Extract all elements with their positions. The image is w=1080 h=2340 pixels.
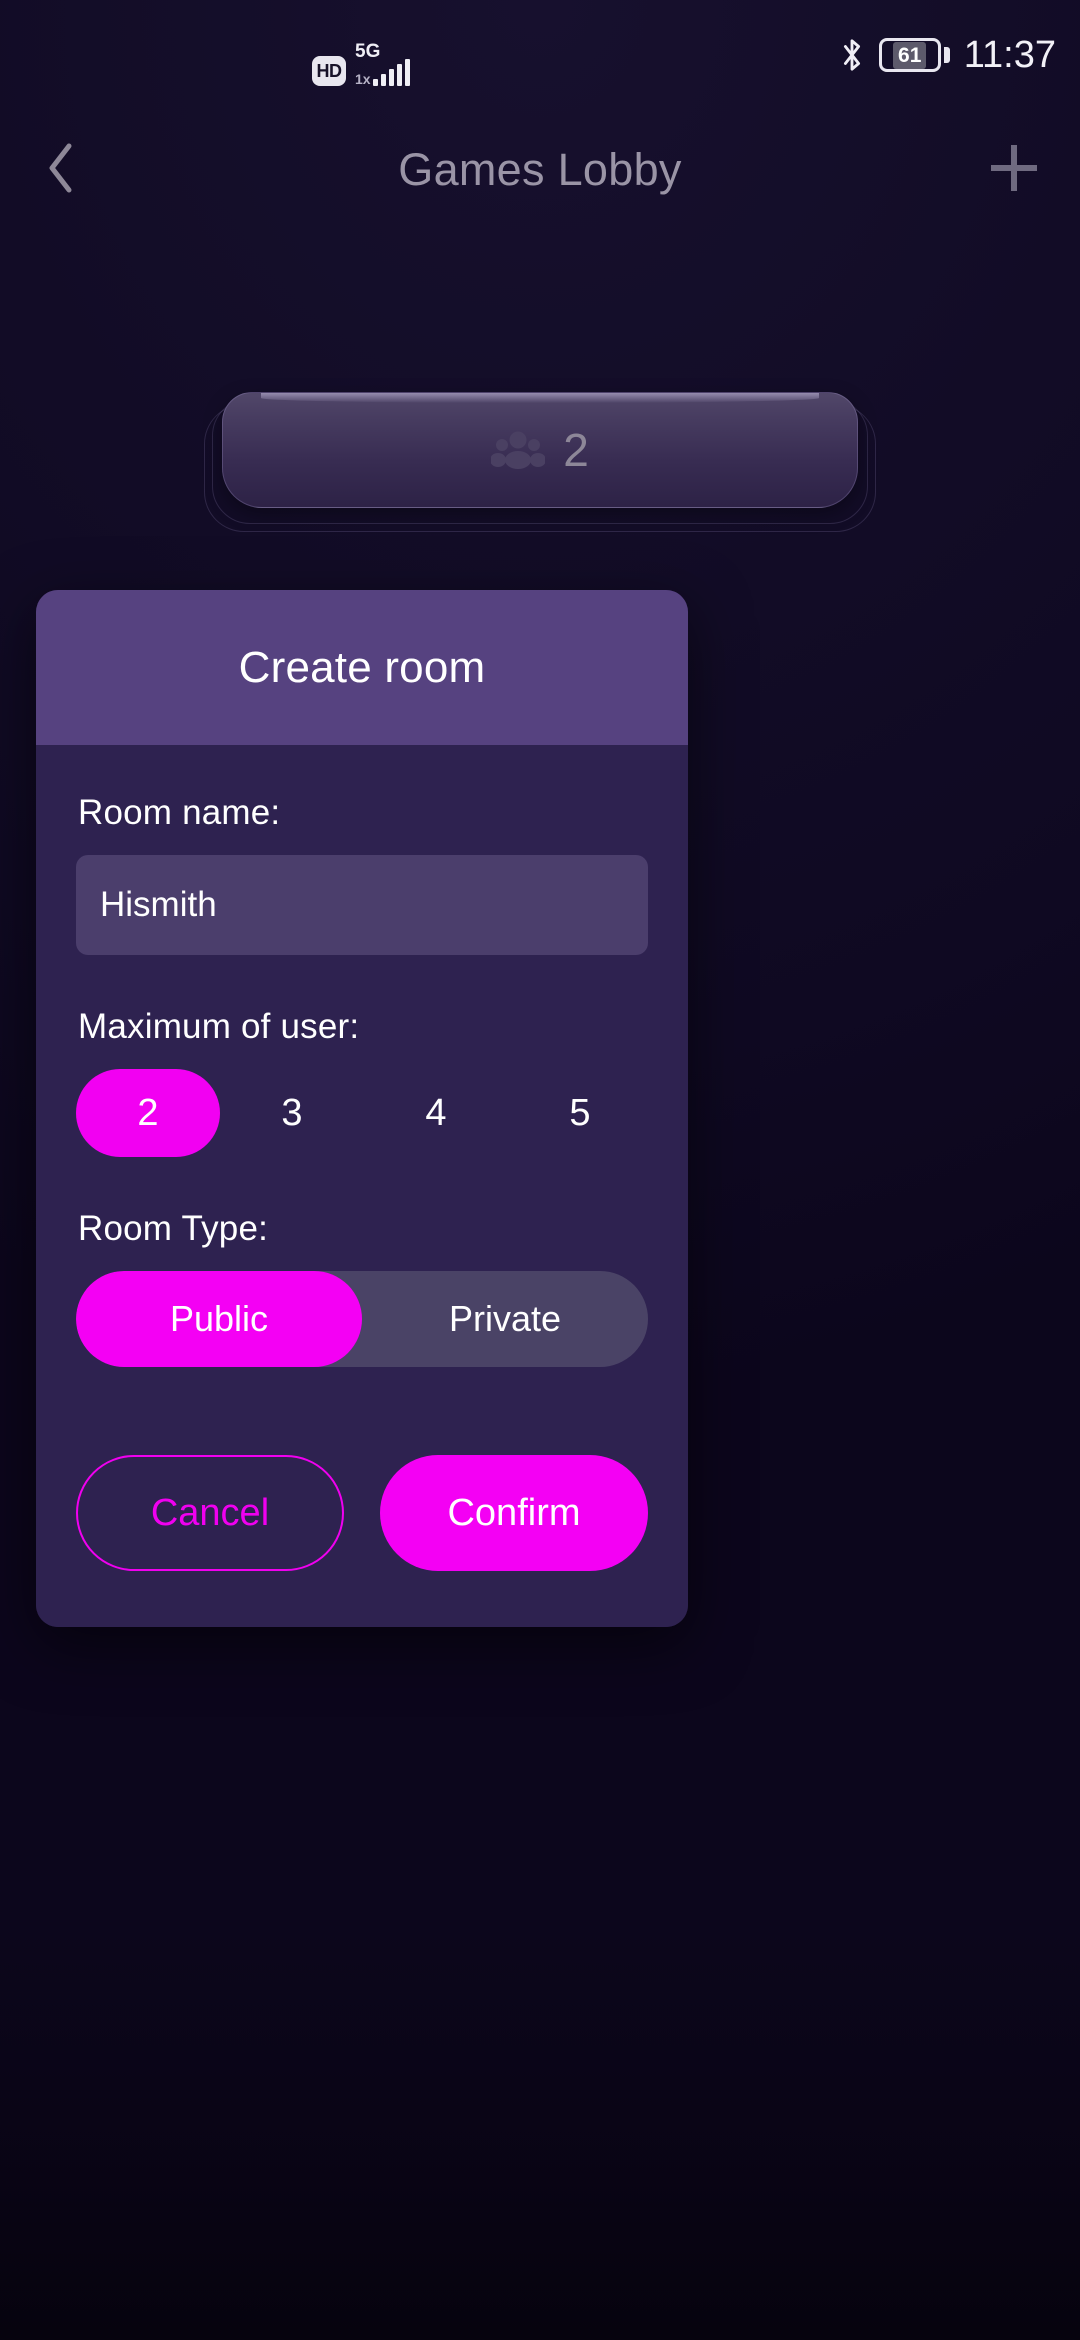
bluetooth-icon — [843, 39, 860, 71]
max-users-option-group: 2 3 4 5 — [76, 1069, 648, 1157]
status-bar-right-group: 61 11:37 — [839, 36, 1056, 74]
create-room-dialog: Create room Room name: Maximum of user: … — [36, 590, 688, 1627]
dialog-header: Create room — [36, 590, 688, 745]
room-type-option-private[interactable]: Private — [362, 1271, 648, 1367]
signal-strength-icon: 1x — [355, 59, 410, 87]
hd-call-icon: HD — [312, 56, 346, 86]
status-bar-left-group: HD 5G 1x — [312, 42, 410, 86]
phone-screen: HD 5G 1x 61 11:37 Games Lobby 2 Create r… — [0, 0, 1080, 2340]
room-name-label: Room name: — [78, 793, 281, 832]
room-type-label: Room Type: — [78, 1209, 269, 1248]
room-user-count: 2 — [563, 424, 589, 476]
add-room-button[interactable] — [966, 120, 1062, 216]
cancel-button[interactable]: Cancel — [76, 1455, 344, 1571]
confirm-button[interactable]: Confirm — [380, 1455, 648, 1571]
room-type-segmented-control: Public Private — [76, 1271, 648, 1367]
status-bar: HD 5G 1x 61 11:37 — [0, 0, 1080, 112]
battery-icon: 61 — [878, 38, 950, 72]
room-type-option-public[interactable]: Public — [76, 1271, 362, 1367]
room-name-input[interactable] — [76, 855, 648, 955]
plus-icon — [991, 145, 1037, 191]
network-sub-label: 1x — [355, 71, 371, 87]
battery-cap — [943, 47, 950, 63]
max-users-option-4[interactable]: 4 — [364, 1069, 508, 1157]
max-users-option-5[interactable]: 5 — [508, 1069, 652, 1157]
dialog-actions: Cancel Confirm — [76, 1455, 648, 1571]
network-indicator: 5G 1x — [355, 42, 410, 86]
signal-bars-icon — [372, 59, 410, 86]
battery-body: 61 — [878, 38, 941, 72]
clock-label: 11:37 — [963, 34, 1056, 76]
people-group-icon — [491, 431, 546, 469]
room-card-stack: 2 — [200, 382, 880, 542]
dialog-body: Room name: Maximum of user: 2 3 4 5 Room… — [36, 745, 688, 1627]
max-users-label: Maximum of user: — [78, 1007, 360, 1046]
app-header: Games Lobby — [0, 116, 1080, 222]
max-users-option-2[interactable]: 2 — [76, 1069, 220, 1157]
page-title: Games Lobby — [398, 144, 682, 195]
network-generation-label: 5G — [355, 41, 381, 62]
dialog-title: Create room — [238, 642, 486, 692]
battery-percent-label: 61 — [893, 41, 927, 69]
room-card[interactable]: 2 — [222, 392, 858, 508]
max-users-option-3[interactable]: 3 — [220, 1069, 364, 1157]
